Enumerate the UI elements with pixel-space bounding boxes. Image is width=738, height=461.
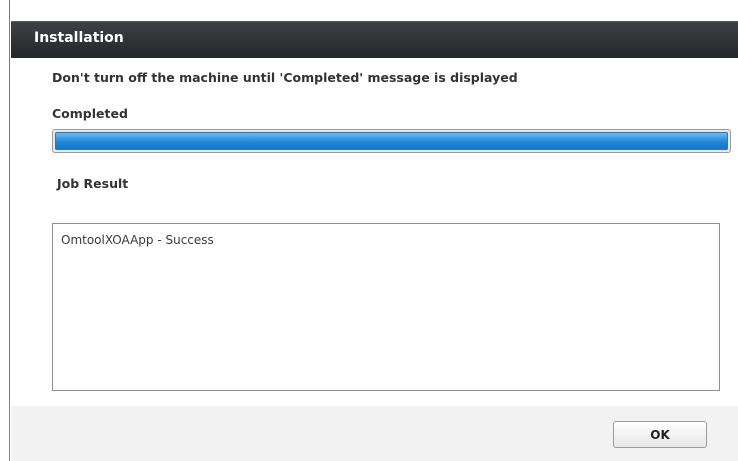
background-left <box>0 0 10 461</box>
job-result-box: OmtoolXOAApp - Success <box>52 223 720 391</box>
background-top <box>0 0 738 10</box>
dialog-footer: OK <box>11 406 738 461</box>
screen: Installation Don't turn off the machine … <box>0 0 738 461</box>
installation-dialog: Installation Don't turn off the machine … <box>11 10 738 461</box>
dialog-title: Installation <box>34 30 124 46</box>
ok-button[interactable]: OK <box>613 421 707 448</box>
dialog-titlebar: Installation <box>11 21 738 58</box>
job-result-entry: OmtoolXOAApp - Success <box>61 233 214 247</box>
status-text: Completed <box>52 106 128 121</box>
progress-bar <box>52 129 731 153</box>
progress-bar-fill <box>55 132 728 150</box>
instruction-text: Don't turn off the machine until 'Comple… <box>52 70 518 85</box>
job-result-label: Job Result <box>57 176 129 191</box>
